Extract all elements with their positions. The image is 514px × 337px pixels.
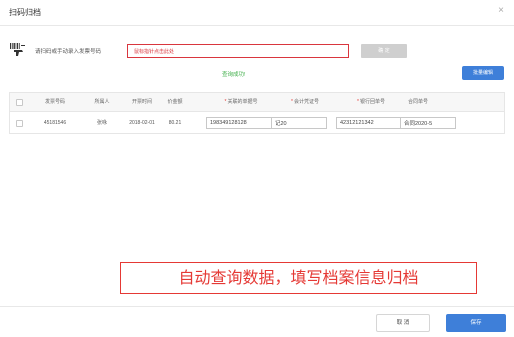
barcode-scanner-icon	[10, 43, 25, 56]
query-success-message: 查询成功!	[222, 72, 246, 78]
dialog-title: 扫码归档	[9, 8, 41, 17]
header-bank-no: *银行回单号	[357, 99, 385, 105]
header-owner: 所属人	[94, 99, 110, 105]
batch-edit-button[interactable]: 批量编辑	[462, 66, 504, 80]
header-contract-no: 合同单号	[407, 99, 428, 105]
header-voucher-no: *会计凭证号	[291, 99, 319, 105]
header-related-no: *关联的单据号	[224, 99, 258, 105]
related-no-input[interactable]	[206, 117, 274, 129]
dialog-footer: 取 消 保存	[0, 306, 514, 337]
bank-no-input[interactable]	[336, 117, 402, 129]
close-icon[interactable]: ×	[498, 6, 504, 16]
cell-invoice-no: 45181546	[43, 120, 67, 126]
invoice-number-input[interactable]	[127, 44, 349, 58]
save-button[interactable]: 保存	[446, 314, 506, 332]
dialog-header: 扫码归档 ×	[0, 0, 514, 26]
scan-label: 请扫码或手动录入发票号码	[35, 49, 102, 55]
annotation-callout: 自动查询数据，填写档案信息归档	[120, 262, 477, 294]
contract-no-input[interactable]	[400, 117, 456, 129]
cancel-button[interactable]: 取 消	[376, 314, 430, 332]
cell-amount: 80.21	[168, 120, 182, 126]
row-checkbox[interactable]	[16, 120, 23, 127]
invoice-table: 发票号码 所属人 开票时间 价金额 *关联的单据号 *会计凭证号 *银行回单号 …	[9, 92, 505, 134]
cell-date: 2018-02-01	[129, 120, 155, 126]
archive-dialog: 扫码归档 × 请扫码或手动录入发票号码 确 定 查询成功! 批量编辑 发票号码 …	[0, 0, 514, 337]
table-row: 45181546 张咏 2018-02-01 80.21	[10, 113, 504, 133]
voucher-no-input[interactable]	[271, 117, 327, 129]
table-header: 发票号码 所属人 开票时间 价金额 *关联的单据号 *会计凭证号 *银行回单号 …	[10, 93, 504, 112]
select-all-checkbox[interactable]	[16, 99, 23, 106]
header-amount: 价金额	[167, 99, 183, 105]
confirm-button[interactable]: 确 定	[361, 44, 407, 58]
cell-owner: 张咏	[96, 120, 107, 126]
header-date: 开票时间	[131, 99, 152, 105]
header-invoice-no: 发票号码	[44, 99, 65, 105]
